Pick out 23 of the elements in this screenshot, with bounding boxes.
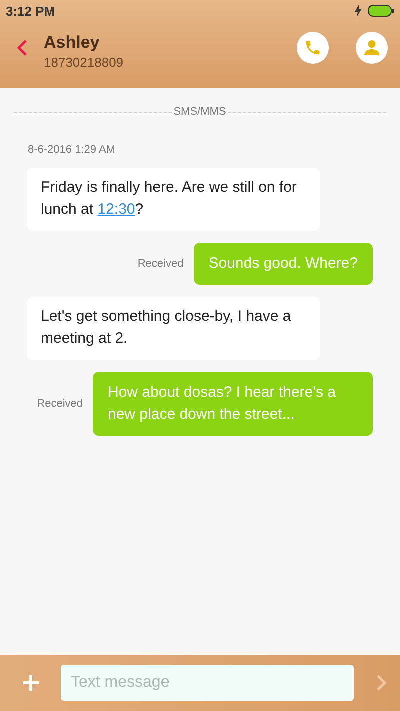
chevron-icon [376, 674, 388, 692]
attach-button[interactable] [22, 674, 40, 692]
message-input[interactable]: Text message [61, 665, 354, 701]
incoming-message: Friday is finally here. Are we still on for lunch at 12:30? [27, 168, 320, 231]
incoming-message: Let's get something close-by, I have a meeting at 2. [27, 297, 320, 360]
status-time: 3:12 PM [6, 4, 56, 18]
battery-icon [368, 5, 394, 17]
person-icon [363, 39, 381, 57]
delivery-status: Received [138, 258, 184, 270]
outgoing-message: Sounds good. Where? [194, 243, 373, 285]
back-icon [16, 39, 28, 57]
contact-button[interactable] [356, 32, 388, 64]
plus-icon [22, 674, 40, 692]
phone-icon [304, 39, 322, 57]
channel-label: SMS/MMS [174, 106, 226, 118]
contact-name: Ashley [44, 32, 101, 52]
send-button[interactable] [376, 674, 388, 692]
phone-number: 18730218809 [44, 54, 125, 70]
time-link[interactable]: 12:30 [98, 201, 136, 218]
outgoing-message: How about dosas? I hear there's a new place down the street... [93, 372, 373, 436]
call-button[interactable] [297, 32, 329, 64]
delivery-status: Received [37, 398, 83, 410]
timestamp: 8-6-2016 1:29 AM [28, 144, 116, 156]
